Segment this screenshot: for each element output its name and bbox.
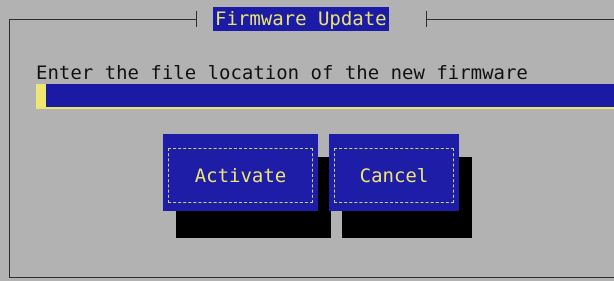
frame-bottom-line [9, 277, 614, 278]
frame-top-right-line [426, 19, 614, 20]
cancel-button-group: Cancel [329, 134, 472, 238]
cancel-button-inner: Cancel [334, 148, 454, 203]
activate-button-group: Activate [163, 134, 331, 238]
activate-button-label: Activate [194, 164, 287, 187]
cancel-button[interactable]: Cancel [329, 134, 459, 211]
frame-top-left-line [9, 19, 197, 20]
activate-button-inner: Activate [168, 148, 313, 203]
frame-left-line [9, 19, 10, 278]
cancel-button-label: Cancel [359, 164, 429, 187]
text-cursor [36, 84, 46, 107]
title-left-tee [196, 11, 197, 27]
prompt-label: Enter the file location of the new firmw… [36, 62, 528, 84]
firmware-location-input[interactable] [36, 84, 614, 109]
dialog-title: Firmware Update [213, 7, 389, 31]
activate-button[interactable]: Activate [163, 134, 318, 211]
firmware-update-dialog: Firmware Update Enter the file location … [0, 0, 614, 281]
